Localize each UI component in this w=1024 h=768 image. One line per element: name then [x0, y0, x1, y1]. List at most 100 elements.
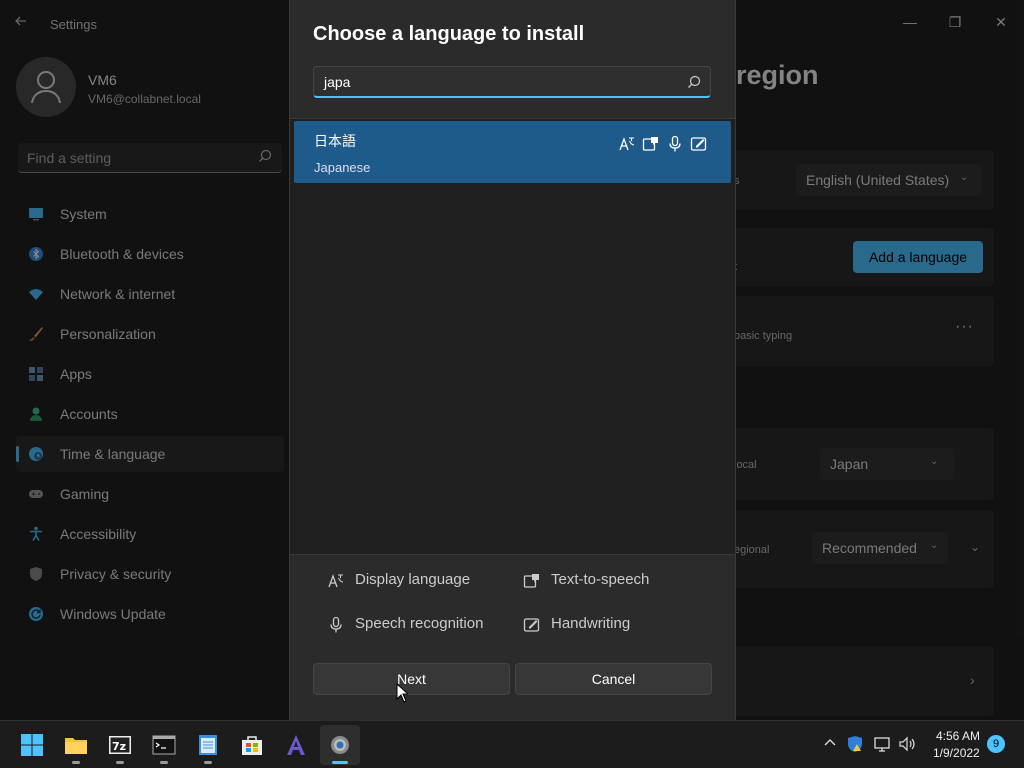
windows-display-language-card: s English (United States) ⌄ [724, 150, 994, 210]
text-to-speech-icon [642, 137, 658, 151]
avatar [16, 57, 76, 117]
language-results-list: 日本語 Japanese [290, 119, 735, 554]
display-language-icon [328, 574, 344, 588]
active-indicator [332, 761, 348, 764]
defender-shield-icon [848, 736, 862, 752]
handwriting-icon [523, 618, 540, 632]
chevron-down-icon: ⌄ [930, 540, 939, 551]
network-icon [874, 737, 890, 752]
running-indicator [116, 761, 124, 764]
sidebar-item-network[interactable]: Network & internet [16, 276, 284, 312]
display-language-value: English (United States) [806, 172, 950, 188]
clock-date[interactable]: 1/9/2022 [933, 746, 980, 760]
running-indicator [204, 761, 212, 764]
find-setting-input[interactable]: Find a setting [18, 143, 282, 173]
taskbar-file-explorer[interactable] [56, 725, 96, 765]
card-label-fragment: egional [734, 544, 770, 556]
security-tray-button[interactable] [846, 735, 864, 753]
wifi-icon [29, 289, 43, 300]
apps-icon [29, 367, 43, 381]
sidebar-item-time-language[interactable]: Time & language [16, 436, 284, 472]
speaker-icon [899, 736, 915, 752]
close-button[interactable]: ✕ [987, 8, 1015, 36]
maximize-button[interactable]: ❐ [941, 8, 969, 36]
language-english-name: Japanese [314, 160, 371, 175]
legend-label: Handwriting [551, 615, 631, 632]
sidebar-item-label: Network & internet [60, 286, 176, 302]
taskbar-settings[interactable] [320, 725, 360, 765]
taskbar-font-app[interactable] [276, 725, 316, 765]
sidebar-item-accessibility[interactable]: Accessibility [16, 516, 284, 552]
taskbar-notepad[interactable] [188, 725, 228, 765]
find-setting-placeholder: Find a setting [27, 150, 112, 166]
chevron-up-icon [824, 739, 836, 746]
taskbar-store[interactable] [232, 725, 272, 765]
sidebar-item-bluetooth[interactable]: Bluetooth & devices [16, 236, 284, 272]
country-region-card: local Japan ⌄ [724, 428, 994, 500]
expand-chevron-icon[interactable]: ⌄ [970, 540, 980, 554]
sidebar-item-accounts[interactable]: Accounts [16, 396, 284, 432]
language-region-link-card[interactable]: › [724, 646, 994, 716]
arrow-left-icon [15, 16, 26, 26]
sidebar-item-label: Time & language [60, 446, 166, 462]
page-title: region [736, 60, 819, 90]
sidebar-item-label: Privacy & security [60, 566, 172, 582]
language-result-japanese[interactable]: 日本語 Japanese [294, 121, 731, 183]
brush-icon [29, 327, 43, 341]
handwriting-icon [690, 137, 707, 151]
chevron-down-icon: ⌄ [930, 456, 939, 467]
notification-badge[interactable]: 9 [987, 735, 1005, 753]
minimize-button[interactable]: — [896, 8, 924, 36]
network-tray-button[interactable] [873, 735, 891, 753]
running-indicator [160, 761, 168, 764]
display-language-icon [619, 137, 635, 151]
language-search-input[interactable]: japa [313, 66, 711, 98]
choose-language-dialog: Choose a language to install japa 日本語 Ja… [289, 0, 736, 720]
clock-time[interactable]: 4:56 AM [936, 729, 980, 743]
start-button[interactable] [12, 725, 52, 765]
regional-format-dropdown[interactable]: Recommended ⌄ [812, 532, 948, 564]
user-avatar-icon [31, 71, 61, 104]
country-value: Japan [830, 456, 869, 472]
next-button[interactable]: Next [313, 663, 510, 695]
chevron-down-icon: ⌄ [960, 172, 969, 183]
chevron-right-icon: › [970, 672, 975, 688]
display-language-dropdown[interactable]: English (United States) ⌄ [796, 164, 982, 196]
more-options-button[interactable]: ··· [955, 318, 974, 336]
gamepad-icon [29, 490, 43, 498]
screen: Settings — ❐ ✕ VM6 VM6@collabnet.local F… [0, 0, 1024, 768]
language-native-name: 日本語 [314, 133, 356, 149]
sidebar-item-privacy[interactable]: Privacy & security [16, 556, 284, 592]
cancel-button[interactable]: Cancel [515, 663, 712, 695]
country-dropdown[interactable]: Japan ⌄ [820, 448, 954, 480]
show-hidden-icons-button[interactable] [822, 735, 840, 753]
sidebar-item-label: Personalization [60, 326, 156, 342]
start-icon [21, 734, 43, 756]
sidebar-item-windows-update[interactable]: Windows Update [16, 596, 284, 632]
taskbar-terminal[interactable] [144, 725, 184, 765]
sidebar-item-label: Accounts [60, 406, 118, 422]
notepad-icon [199, 735, 217, 755]
dialog-title: Choose a language to install [313, 23, 585, 45]
person-icon [30, 407, 42, 421]
sidebar-item-label: Accessibility [60, 526, 137, 542]
taskbar-7zip[interactable]: 7z [100, 725, 140, 765]
card-label-fragment: local [734, 459, 757, 471]
accessibility-icon [30, 526, 42, 541]
sidebar-item-system[interactable]: System [16, 196, 284, 232]
language-features-text: basic typing [734, 330, 793, 342]
search-value: japa [324, 74, 351, 90]
back-button[interactable] [14, 14, 34, 34]
taskbar: 7z [0, 720, 1024, 768]
search-icon [688, 75, 701, 88]
add-language-button[interactable]: Add a language [853, 241, 983, 273]
sidebar-item-apps[interactable]: Apps [16, 356, 284, 392]
sidebar-item-label: Gaming [60, 486, 110, 502]
sidebar-item-gaming[interactable]: Gaming [16, 476, 284, 512]
sidebar-item-label: Apps [60, 366, 92, 382]
running-indicator [72, 761, 80, 764]
volume-tray-button[interactable] [898, 735, 916, 753]
sidebar-item-personalization[interactable]: Personalization [16, 316, 284, 352]
globe-clock-icon [29, 447, 43, 461]
feature-legend: Display language Text-to-speech Speech r… [290, 554, 735, 720]
